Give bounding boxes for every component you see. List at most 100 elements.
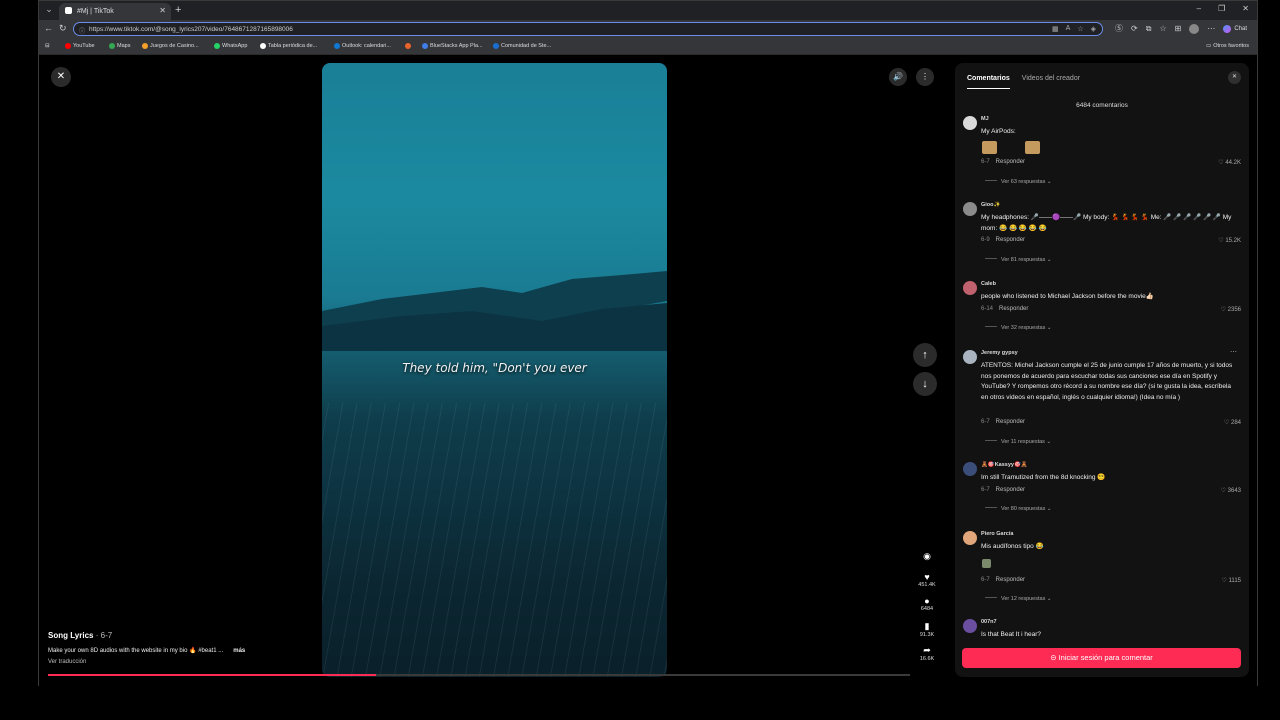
previous-video-button[interactable]: ↑ — [913, 343, 937, 367]
bookmark-star-icon[interactable]: ☆ — [1077, 25, 1083, 33]
reply-button[interactable]: Responder — [999, 306, 1028, 312]
url-text: https://www.tiktok.com/@song_lyrics207/v… — [89, 26, 293, 33]
comment-action[interactable]: ● 6484 — [915, 596, 939, 612]
comment-username[interactable]: 007n7 — [981, 619, 997, 625]
view-replies[interactable]: Ver 32 respuestas ⌄ — [985, 325, 1051, 331]
comment-username[interactable]: Piero García — [981, 531, 1013, 537]
view-replies[interactable]: Ver 12 respuestas ⌄ — [985, 596, 1051, 602]
more-options-button[interactable]: ⋮ — [916, 68, 934, 86]
close-player-button[interactable]: ✕ — [51, 67, 71, 87]
volume-button[interactable]: 🔊 — [889, 68, 907, 86]
comment-username[interactable]: MJ — [981, 116, 989, 122]
avatar[interactable] — [963, 202, 977, 216]
copilot-icon[interactable]: ◈ — [1091, 25, 1096, 33]
comment-likes[interactable]: ♡ 15.2K — [1218, 237, 1241, 244]
view-replies[interactable]: Ver 81 respuestas ⌄ — [985, 257, 1051, 263]
tab-creator-videos[interactable]: Videos del creador — [1022, 75, 1080, 89]
comment-likes[interactable]: ♡ 1115 — [1221, 577, 1241, 584]
reply-button[interactable]: Responder — [996, 577, 1025, 583]
avatar[interactable] — [963, 462, 977, 476]
bookmark-casino[interactable]: Juegos de Casino... — [142, 43, 199, 49]
bookmark-steam[interactable]: Comunidad de Ste... — [493, 43, 551, 49]
site-info-icon[interactable]: ⓘ — [79, 26, 85, 35]
comment-meta: 6-7 Responder — [981, 159, 1025, 165]
comment-likes[interactable]: ♡ 3643 — [1221, 487, 1241, 494]
browser-window: ⌄ #Mj | TikTok ✕ + – ❐ ✕ ← ↻ ⓘ https://w… — [38, 0, 1258, 687]
sticker-image — [982, 141, 997, 154]
avatar[interactable] — [963, 619, 977, 633]
view-replies[interactable]: Ver 80 respuestas ⌄ — [985, 506, 1051, 512]
like-action[interactable]: ♥ 451.4K — [915, 572, 939, 588]
reply-button[interactable]: Responder — [996, 419, 1025, 425]
new-tab-icon[interactable]: + — [175, 4, 181, 16]
reply-button[interactable]: Responder — [996, 159, 1025, 165]
close-panel-icon[interactable]: ✕ — [1228, 71, 1241, 84]
reply-button[interactable]: Responder — [996, 237, 1025, 243]
bookmark-whatsapp[interactable]: WhatsApp — [214, 43, 247, 49]
app-icon[interactable]: ▦ — [1052, 25, 1059, 33]
extension-icon[interactable]: Ⓢ — [1115, 23, 1123, 34]
back-icon[interactable]: ← — [44, 23, 53, 33]
bookmark-youtube[interactable]: YouTube — [65, 43, 95, 49]
more-link[interactable]: más — [233, 648, 245, 654]
bookmark-bluestacks[interactable]: BlueStacks App Pla... — [422, 43, 483, 49]
translate-icon[interactable]: A — [1066, 25, 1071, 33]
active-tab[interactable]: #Mj | TikTok ✕ — [59, 3, 171, 20]
next-video-button[interactable]: ↓ — [913, 372, 937, 396]
profile-avatar[interactable] — [1189, 23, 1200, 34]
comment-icon: ● — [924, 596, 930, 606]
bookmark-maps[interactable]: Maps — [109, 43, 130, 49]
refresh-extension-icon[interactable]: ⟳ — [1131, 24, 1138, 33]
bookmark-periodic-table[interactable]: Tabla periódica de... — [260, 43, 317, 49]
more-menu-icon[interactable]: ⋯ — [1207, 24, 1215, 33]
creator-name[interactable]: Song Lyrics — [48, 631, 94, 640]
maps-icon — [109, 43, 115, 49]
tab-strip: ⌄ #Mj | TikTok ✕ + – ❐ ✕ — [39, 1, 1257, 20]
creator-line: Song Lyrics · 6-7 — [48, 631, 112, 640]
tab-comments[interactable]: Comentarios — [967, 75, 1010, 89]
video-player[interactable]: They told him, "Don't you ever — [322, 63, 667, 677]
comment-username[interactable]: 🧸🎯Kassyy🎯🧸 — [981, 462, 1028, 468]
bookmark-outlook[interactable]: Outlook: calendari... — [334, 43, 391, 49]
see-translation-link[interactable]: Ver traducción — [48, 659, 86, 665]
close-tab-icon[interactable]: ✕ — [159, 6, 166, 15]
view-replies[interactable]: Ver 11 respuestas ⌄ — [985, 439, 1051, 445]
login-to-comment-button[interactable]: ⊝ Iniciar sesión para comentar — [962, 648, 1241, 668]
collections-icon[interactable]: ⊞ — [1175, 24, 1182, 33]
bookmark-icon: ▮ — [924, 621, 930, 631]
comment-meta: 6-7 Responder — [981, 577, 1025, 583]
reply-button[interactable]: Responder — [996, 487, 1025, 493]
share-action[interactable]: ➦ 16.6K — [915, 645, 939, 662]
comment-likes[interactable]: ♡ 2356 — [1221, 306, 1241, 313]
save-count: 91.3K — [919, 632, 935, 638]
chat-button[interactable]: Chat — [1223, 24, 1247, 33]
minimize-icon[interactable]: – — [1197, 4, 1201, 13]
comment-username[interactable]: Gioo✨ — [981, 202, 1000, 208]
other-favorites[interactable]: ▭ Otros favoritos — [1206, 43, 1249, 49]
comment-username[interactable]: Caleb — [981, 281, 996, 287]
maximize-icon[interactable]: ❐ — [1218, 4, 1225, 13]
avatar[interactable] — [963, 350, 977, 364]
bookmark-misc[interactable] — [405, 43, 411, 49]
reload-icon[interactable]: ↻ — [59, 23, 67, 34]
address-bar[interactable]: ⓘ https://www.tiktok.com/@song_lyrics207… — [73, 22, 1103, 36]
bookmark-label: Juegos de Casino... — [150, 43, 199, 49]
favorites-icon[interactable]: ☆ — [1159, 24, 1166, 33]
close-window-icon[interactable]: ✕ — [1242, 4, 1249, 13]
creator-avatar-action[interactable]: ◉ — [915, 551, 939, 562]
tab-search-icon[interactable]: ⌄ — [43, 4, 55, 16]
login-label: Iniciar sesión para comentar — [1058, 653, 1153, 662]
comment-item: Piero García Mis audífonos tipo 😂 6-7 Res… — [963, 531, 1241, 609]
comment-username[interactable]: Jeremy gypsy — [981, 350, 1018, 356]
comment-likes[interactable]: ♡ 284 — [1224, 419, 1241, 426]
avatar[interactable] — [963, 531, 977, 545]
view-replies[interactable]: Ver 63 respuestas ⌄ — [985, 179, 1051, 185]
split-screen-icon[interactable]: ⧉ — [1146, 24, 1152, 34]
save-action[interactable]: ▮ 91.3K — [915, 621, 939, 638]
video-progress-bar[interactable] — [48, 674, 910, 676]
comment-more-icon[interactable]: ⋯ — [1230, 348, 1237, 356]
comment-likes[interactable]: ♡ 44.2K — [1218, 159, 1241, 166]
apps-icon[interactable]: ⊟ — [45, 43, 50, 49]
avatar[interactable] — [963, 281, 977, 295]
avatar[interactable] — [963, 116, 977, 130]
